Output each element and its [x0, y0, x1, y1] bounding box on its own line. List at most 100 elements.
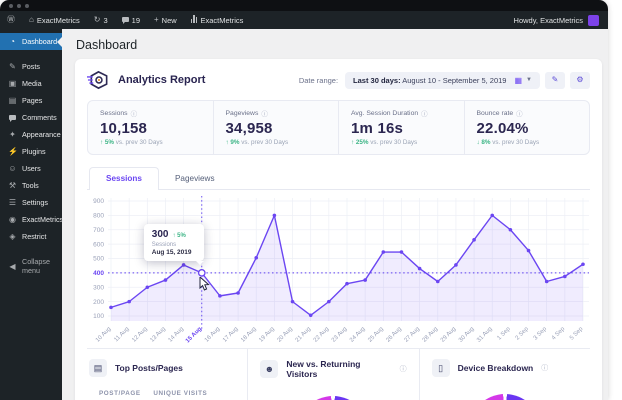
svg-text:29 Aug: 29 Aug — [440, 326, 457, 343]
svg-text:31 Aug: 31 Aug — [476, 326, 493, 343]
comments-icon — [8, 113, 17, 122]
admin-bar-account[interactable]: Howdy, ExactMetrics — [514, 14, 608, 26]
svg-text:20 Aug: 20 Aug — [276, 326, 293, 343]
wp-admin-app: ◔ Dashboard ✎ Posts ▣ Media ▤ Pages Comments ✦ App… — [0, 29, 608, 400]
sidebar-item-comments[interactable]: Comments — [0, 109, 62, 126]
info-icon[interactable]: ⓘ — [516, 108, 523, 118]
sidebar-item-plugins[interactable]: ⚡ Plugins — [0, 143, 62, 160]
info-icon[interactable]: ⓘ — [421, 108, 428, 118]
svg-text:11 Aug: 11 Aug — [113, 326, 130, 343]
svg-text:900: 900 — [93, 198, 104, 205]
window-dot — [17, 3, 21, 8]
svg-text:27 Aug: 27 Aug — [404, 326, 421, 343]
card-title: Top Posts/Pages — [115, 363, 183, 373]
sidebar-item-tools[interactable]: ⚒ Tools — [0, 177, 62, 194]
metric-sessions: Sessions ⓘ 10,158 ↑ 5% vs. prev 30 Days — [88, 101, 213, 154]
svg-text:5 Sep: 5 Sep — [569, 326, 585, 342]
info-icon[interactable]: ⓘ — [400, 364, 407, 374]
browser-window: Ⓦ ⌂ ExactMetrics ↻ 3 19 + New ExactMetrics Howdy… — [0, 0, 608, 400]
sidebar-item-posts[interactable]: ✎ Posts — [0, 58, 62, 75]
caret-down-icon: ▼ — [526, 77, 532, 83]
screenshot-stage: Ⓦ ⌂ ExactMetrics ↻ 3 19 + New ExactMetrics Howdy… — [0, 0, 622, 400]
metric-value: 34,958 — [225, 120, 273, 137]
svg-text:22 Aug: 22 Aug — [313, 326, 330, 343]
report-settings-button[interactable]: ⚙ — [570, 71, 590, 89]
admin-bar-item-exactmetrics[interactable]: ExactMetrics — [184, 11, 251, 29]
info-icon[interactable]: ⓘ — [131, 108, 138, 118]
tools-icon: ⚒ — [8, 181, 17, 190]
svg-text:12 Aug: 12 Aug — [131, 326, 148, 343]
svg-text:18 Aug: 18 Aug — [240, 326, 257, 343]
tab-pageviews[interactable]: Pageviews — [159, 167, 231, 189]
avatar — [588, 14, 599, 26]
svg-text:24 Aug: 24 Aug — [349, 326, 366, 343]
admin-bar-item-19[interactable]: 19 — [115, 11, 147, 29]
tab-sessions[interactable]: Sessions — [89, 167, 159, 190]
svg-text:400: 400 — [93, 270, 104, 277]
card-top-posts-pages: ▤ Top Posts/Pages POST/PAGE UNIQUE VISITS — [87, 349, 247, 400]
card-title: New vs. Returning Visitors — [286, 359, 361, 379]
admin-bar-item-wordpress[interactable]: Ⓦ — [0, 11, 22, 29]
date-range-label: Date range: — [298, 75, 339, 85]
svg-text:14 Aug: 14 Aug — [168, 326, 185, 343]
content-area: Dashboard Analytics Report Date range: L… — [62, 29, 608, 400]
admin-bar-item-3[interactable]: ↻ 3 — [87, 11, 115, 29]
appearance-icon: ✦ — [9, 130, 16, 139]
svg-text:800: 800 — [93, 213, 104, 220]
report-header: Analytics Report Date range: Last 30 day… — [87, 68, 590, 92]
svg-text:10 Aug: 10 Aug — [95, 326, 112, 343]
admin-bar-item-new[interactable]: + New — [147, 11, 184, 29]
card-device-breakdown: ▯ Device Breakdown ⓘ — [418, 349, 590, 400]
sidebar-item-media[interactable]: ▣ Media — [0, 75, 62, 92]
howdy-label[interactable]: Howdy, ExactMetrics — [514, 16, 583, 25]
sidebar-item-exactmetrics[interactable]: ◉ ExactMetrics — [0, 211, 63, 228]
collapse-icon: ◀ — [9, 261, 16, 271]
svg-text:600: 600 — [93, 241, 104, 248]
tooltip-delta: ↑ 5% — [172, 232, 186, 239]
lock-icon: ◈ — [9, 232, 16, 241]
sidebar-item-pages[interactable]: ▤ Pages — [0, 92, 62, 109]
wp-sidebar: ◔ Dashboard ✎ Posts ▣ Media ▤ Pages Comments ✦ App… — [0, 29, 63, 400]
sidebar-item-settings[interactable]: ☰ Settings — [0, 194, 62, 211]
svg-text:2 Sep: 2 Sep — [515, 326, 531, 342]
svg-text:28 Aug: 28 Aug — [422, 326, 439, 343]
sidebar-item-restrict[interactable]: ◈ Restrict — [0, 228, 62, 245]
dashboard-icon: ◔ — [10, 37, 15, 46]
metric-value: 22.04% — [476, 120, 529, 137]
svg-text:1 Sep: 1 Sep — [496, 326, 512, 342]
posts-icon: ✎ — [9, 62, 16, 71]
line-chart[interactable]: 10020030040050060070080090010 Aug 11 Aug 1… — [87, 196, 589, 344]
media-icon: ▣ — [8, 79, 17, 88]
delta-up-arrow: ↑ 25% — [351, 139, 369, 146]
tooltip-date: Aug 15, 2019 — [151, 248, 192, 256]
exactmetrics-icon: ◉ — [9, 215, 16, 224]
date-range-picker[interactable]: Last 30 days: August 10 - September 5, 2… — [345, 71, 540, 89]
sidebar-item-collapse-menu[interactable]: ◀ Collapse menu — [0, 253, 62, 279]
svg-text:15 Aug: 15 Aug — [185, 326, 203, 344]
info-icon[interactable]: ⓘ — [541, 363, 548, 373]
updates-icon: ↻ — [93, 15, 101, 24]
pages-icon: ▤ — [8, 96, 17, 105]
metric-value: 1m 16s — [351, 120, 404, 137]
gear-icon: ⚙ — [576, 75, 584, 84]
sidebar-item-appearance[interactable]: ✦ Appearance — [0, 126, 62, 143]
svg-text:16 Aug: 16 Aug — [204, 326, 221, 343]
wordpress-icon: Ⓦ — [7, 15, 15, 24]
analytics-report-card: Analytics Report Date range: Last 30 day… — [75, 59, 602, 400]
edit-report-button[interactable]: ✎ — [545, 71, 565, 89]
card-title: Device Breakdown — [457, 363, 534, 373]
info-icon[interactable]: ⓘ — [261, 108, 268, 118]
svg-text:26 Aug: 26 Aug — [385, 326, 402, 343]
admin-bar-items: Ⓦ ⌂ ExactMetrics ↻ 3 19 + New ExactMetrics — [0, 11, 250, 29]
sessions-chart: 100 200 300 400 500 600 700 800 900 10 Aug 11 Aug 1… — [87, 196, 590, 344]
svg-text:300: 300 — [93, 284, 104, 291]
people-icon: ☻ — [260, 360, 279, 378]
svg-text:100: 100 — [93, 313, 104, 320]
admin-bar-item-exactmetrics[interactable]: ⌂ ExactMetrics — [22, 11, 87, 29]
home-icon: ⌂ — [29, 15, 34, 24]
browser-titlebar — [0, 0, 608, 11]
report-brand: Analytics Report — [87, 70, 205, 90]
sidebar-item-users[interactable]: ☺ Users — [0, 160, 62, 177]
sidebar-item-dashboard[interactable]: ◔ Dashboard — [0, 33, 62, 50]
pie-chart — [297, 396, 370, 400]
